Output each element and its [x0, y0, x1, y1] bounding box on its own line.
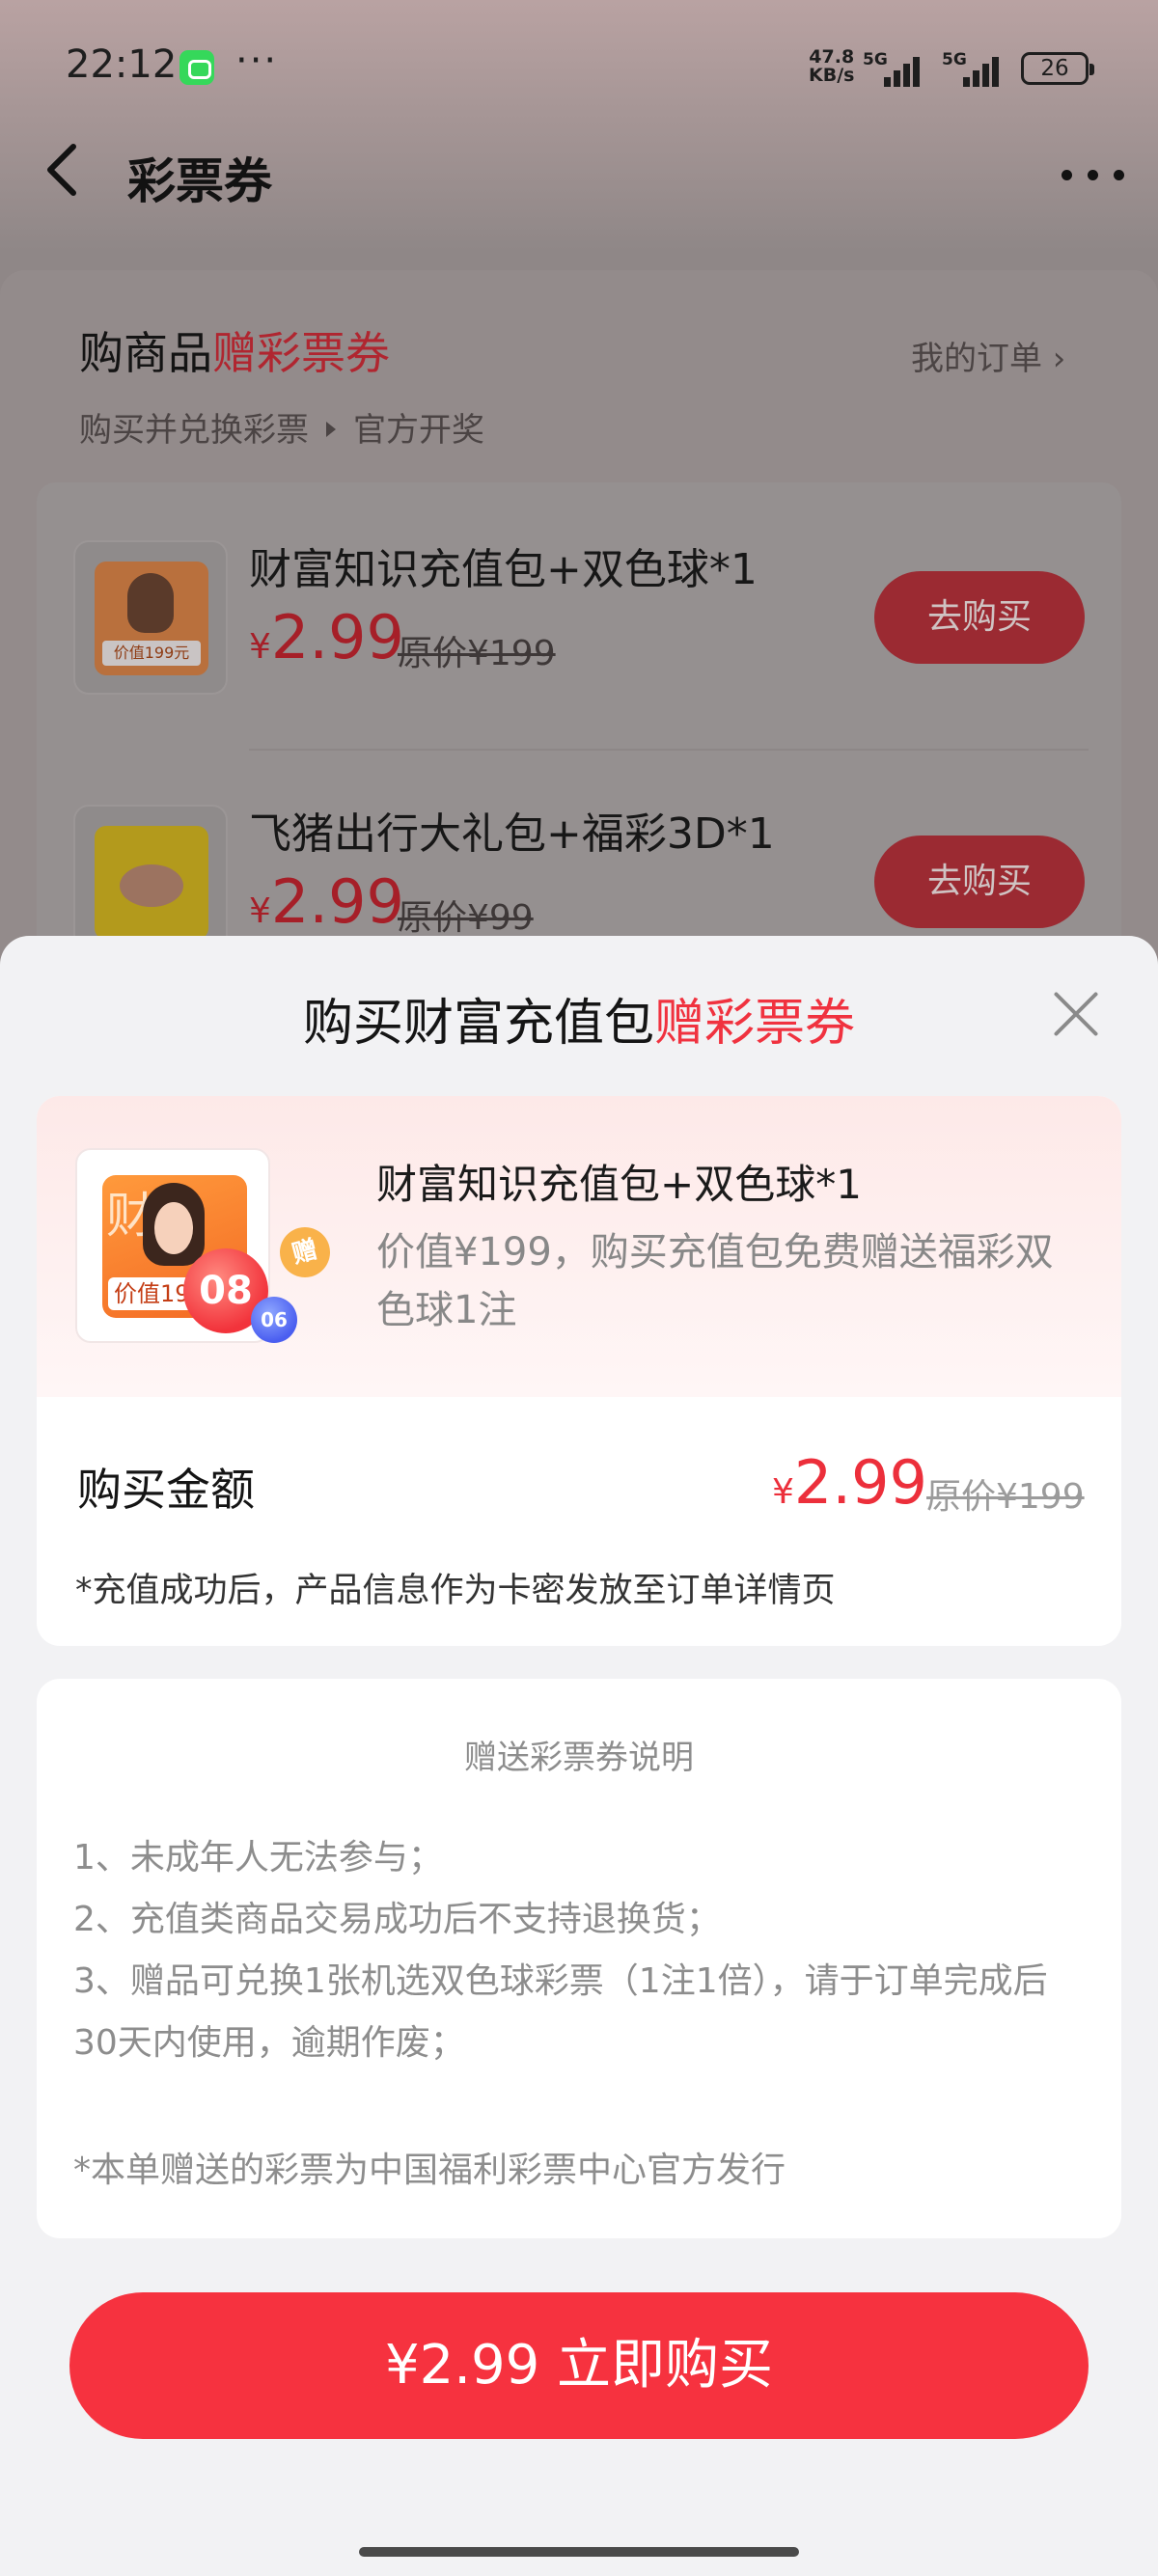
pig-icon	[120, 864, 183, 907]
buy-now-button[interactable]: ¥2.99 立即购买	[69, 2292, 1089, 2439]
network-speed-unit: KB/s	[809, 65, 855, 86]
amount-label: 购买金额	[77, 1464, 255, 1516]
currency-symbol: ¥	[249, 891, 271, 931]
more-menu-button[interactable]	[1060, 160, 1127, 189]
price-value: 2.99	[793, 1447, 927, 1518]
list-item: 价值199元 财富知识充值包+双色球*1 ¥2.99 原价¥199 去购买	[37, 482, 1121, 751]
sheet-title-highlight: 赠彩票券	[654, 995, 856, 1053]
promo-title-highlight: 赠彩票券	[212, 327, 390, 379]
rules-title: 赠送彩票券说明	[464, 1739, 694, 1777]
network-speed: 47.8 KB/s	[809, 48, 854, 85]
signal-label: 5G	[863, 50, 888, 69]
price-value: 2.99	[270, 866, 404, 937]
rules-footnote: *本单赠送的彩票为中国福利彩票中心官方发行	[73, 2151, 786, 2190]
rules-list: 1、未成年人无法参与； 2、充值类商品交易成功后不支持退换货； 3、赠品可兑换1…	[73, 1827, 1087, 2074]
product-price: ¥2.99	[249, 602, 404, 672]
currency-symbol: ¥	[249, 627, 271, 667]
original-price: 原价¥199	[398, 634, 556, 673]
battery-icon: 26	[1021, 52, 1094, 85]
back-button[interactable]	[42, 141, 81, 199]
original-price: 原价¥199	[926, 1477, 1085, 1517]
more-notifications-icon: ···	[235, 39, 279, 83]
blue-ball-icon: 06	[251, 1297, 297, 1343]
status-bar: 22:12 ··· 47.8 KB/s 5G 5G 26	[0, 0, 1158, 135]
product-name: 财富知识充值包+双色球*1	[249, 545, 758, 594]
sheet-title: 购买财富充值包赠彩票券	[0, 982, 1158, 1055]
product-name: 财富知识充值包+双色球*1	[376, 1161, 862, 1208]
sheet-title-prefix: 购买财富充值包	[302, 995, 654, 1053]
page-title: 彩票券	[127, 153, 272, 209]
status-time: 22:12	[66, 42, 178, 87]
step-arrow-icon	[326, 422, 336, 437]
app-notification-icon	[179, 50, 214, 85]
promo-title: 购商品赠彩票券	[79, 318, 390, 382]
product-price: ¥2.99	[249, 866, 404, 937]
product-thumbnail: 价值199元	[73, 540, 228, 695]
signal-icon-secondary: 5G	[942, 50, 999, 87]
currency-symbol: ¥	[772, 1472, 794, 1512]
portrait-image	[143, 1183, 205, 1266]
buy-button[interactable]: 去购买	[874, 836, 1085, 928]
promo-title-prefix: 购商品	[79, 327, 212, 379]
amount-price: ¥2.99	[772, 1447, 927, 1518]
original-price: 原价¥99	[398, 898, 534, 938]
product-name: 飞猪出行大礼包+福彩3D*1	[249, 809, 775, 859]
thumb-tag: 价值199元	[102, 641, 201, 666]
my-orders-link[interactable]: 我的订单 ›	[911, 332, 1065, 379]
chevron-left-icon	[47, 144, 76, 196]
close-icon[interactable]	[1052, 990, 1100, 1038]
rule-item: 2、充值类商品交易成功后不支持退换货；	[73, 1900, 721, 1939]
promo-steps: 购买并兑换彩票 官方开奖	[79, 403, 484, 451]
rule-item: 1、未成年人无法参与；	[73, 1838, 443, 1877]
signal-icon: 5G	[863, 50, 920, 87]
rule-item: 3、赠品可兑换1张机选双色球彩票（1注1倍），请于订单完成后30天内使用，逾期作…	[73, 1961, 1048, 2063]
product-description: 价值¥199，购买充值包免费赠送福彩双色球1注	[376, 1230, 1054, 1332]
home-indicator[interactable]	[359, 2547, 799, 2557]
price-value: 2.99	[270, 602, 404, 672]
signal-label-secondary: 5G	[942, 50, 967, 69]
recharge-note: *充值成功后，产品信息作为卡密发放至订单详情页	[75, 1572, 836, 1610]
buy-button[interactable]: 去购买	[874, 571, 1085, 664]
promo-step-2: 官方开奖	[353, 411, 484, 450]
promo-step-1: 购买并兑换彩票	[79, 411, 309, 450]
